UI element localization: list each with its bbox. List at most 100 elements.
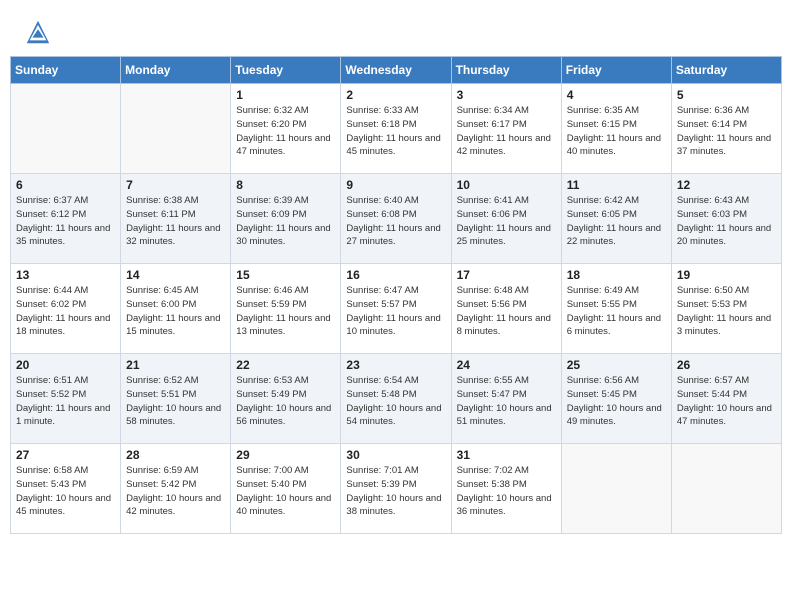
day-content: Sunrise: 7:00 AM Sunset: 5:40 PM Dayligh… [236, 464, 335, 519]
day-number: 17 [457, 268, 556, 282]
day-content: Sunrise: 6:51 AM Sunset: 5:52 PM Dayligh… [16, 374, 115, 429]
weekday-header: Monday [121, 57, 231, 84]
logo-icon [24, 18, 52, 46]
table-row: 27 Sunrise: 6:58 AM Sunset: 5:43 PM Dayli… [11, 444, 121, 534]
table-row: 31 Sunrise: 7:02 AM Sunset: 5:38 PM Dayli… [451, 444, 561, 534]
day-content: Sunrise: 6:45 AM Sunset: 6:00 PM Dayligh… [126, 284, 225, 339]
day-content: Sunrise: 6:54 AM Sunset: 5:48 PM Dayligh… [346, 374, 445, 429]
table-row: 21 Sunrise: 6:52 AM Sunset: 5:51 PM Dayli… [121, 354, 231, 444]
table-row [121, 84, 231, 174]
day-number: 2 [346, 88, 445, 102]
day-number: 11 [567, 178, 666, 192]
day-content: Sunrise: 6:49 AM Sunset: 5:55 PM Dayligh… [567, 284, 666, 339]
logo [24, 18, 56, 46]
day-number: 5 [677, 88, 776, 102]
header [0, 0, 792, 56]
day-content: Sunrise: 6:47 AM Sunset: 5:57 PM Dayligh… [346, 284, 445, 339]
day-number: 31 [457, 448, 556, 462]
day-content: Sunrise: 6:59 AM Sunset: 5:42 PM Dayligh… [126, 464, 225, 519]
table-row: 18 Sunrise: 6:49 AM Sunset: 5:55 PM Dayli… [561, 264, 671, 354]
day-content: Sunrise: 7:01 AM Sunset: 5:39 PM Dayligh… [346, 464, 445, 519]
day-content: Sunrise: 6:43 AM Sunset: 6:03 PM Dayligh… [677, 194, 776, 249]
table-row: 16 Sunrise: 6:47 AM Sunset: 5:57 PM Dayli… [341, 264, 451, 354]
day-number: 4 [567, 88, 666, 102]
day-number: 21 [126, 358, 225, 372]
day-content: Sunrise: 6:52 AM Sunset: 5:51 PM Dayligh… [126, 374, 225, 429]
table-row: 3Sunrise: 6:34 AM Sunset: 6:17 PM Daylig… [451, 84, 561, 174]
day-content: Sunrise: 6:34 AM Sunset: 6:17 PM Dayligh… [457, 104, 556, 159]
day-number: 18 [567, 268, 666, 282]
day-number: 20 [16, 358, 115, 372]
table-row: 6 Sunrise: 6:37 AM Sunset: 6:12 PM Daylig… [11, 174, 121, 264]
table-row: 11 Sunrise: 6:42 AM Sunset: 6:05 PM Dayli… [561, 174, 671, 264]
day-content: Sunrise: 6:38 AM Sunset: 6:11 PM Dayligh… [126, 194, 225, 249]
day-number: 19 [677, 268, 776, 282]
day-content: Sunrise: 6:33 AM Sunset: 6:18 PM Dayligh… [346, 104, 445, 159]
day-number: 8 [236, 178, 335, 192]
weekday-header: Friday [561, 57, 671, 84]
table-row: 13 Sunrise: 6:44 AM Sunset: 6:02 PM Dayli… [11, 264, 121, 354]
day-number: 6 [16, 178, 115, 192]
day-content: Sunrise: 6:36 AM Sunset: 6:14 PM Dayligh… [677, 104, 776, 159]
day-content: Sunrise: 6:41 AM Sunset: 6:06 PM Dayligh… [457, 194, 556, 249]
day-content: Sunrise: 6:48 AM Sunset: 5:56 PM Dayligh… [457, 284, 556, 339]
table-row: 1 Sunrise: 6:32 AM Sunset: 6:20 PM Daylig… [231, 84, 341, 174]
calendar-row: 20 Sunrise: 6:51 AM Sunset: 5:52 PM Dayli… [11, 354, 782, 444]
table-row: 29 Sunrise: 7:00 AM Sunset: 5:40 PM Dayli… [231, 444, 341, 534]
calendar-row: 1 Sunrise: 6:32 AM Sunset: 6:20 PM Daylig… [11, 84, 782, 174]
calendar-wrapper: SundayMondayTuesdayWednesdayThursdayFrid… [0, 56, 792, 544]
day-content: Sunrise: 6:42 AM Sunset: 6:05 PM Dayligh… [567, 194, 666, 249]
day-content: Sunrise: 6:44 AM Sunset: 6:02 PM Dayligh… [16, 284, 115, 339]
day-number: 10 [457, 178, 556, 192]
table-row [561, 444, 671, 534]
weekday-header: Sunday [11, 57, 121, 84]
day-content: Sunrise: 7:02 AM Sunset: 5:38 PM Dayligh… [457, 464, 556, 519]
day-number: 16 [346, 268, 445, 282]
day-number: 27 [16, 448, 115, 462]
table-row: 7Sunrise: 6:38 AM Sunset: 6:11 PM Daylig… [121, 174, 231, 264]
calendar-header-row: SundayMondayTuesdayWednesdayThursdayFrid… [11, 57, 782, 84]
weekday-header: Tuesday [231, 57, 341, 84]
table-row: 12 Sunrise: 6:43 AM Sunset: 6:03 PM Dayli… [671, 174, 781, 264]
day-number: 24 [457, 358, 556, 372]
day-content: Sunrise: 6:39 AM Sunset: 6:09 PM Dayligh… [236, 194, 335, 249]
day-number: 14 [126, 268, 225, 282]
table-row: 14 Sunrise: 6:45 AM Sunset: 6:00 PM Dayli… [121, 264, 231, 354]
day-number: 25 [567, 358, 666, 372]
day-number: 22 [236, 358, 335, 372]
day-number: 15 [236, 268, 335, 282]
table-row: 24Sunrise: 6:55 AM Sunset: 5:47 PM Dayli… [451, 354, 561, 444]
table-row: 15 Sunrise: 6:46 AM Sunset: 5:59 PM Dayli… [231, 264, 341, 354]
day-content: Sunrise: 6:58 AM Sunset: 5:43 PM Dayligh… [16, 464, 115, 519]
day-number: 1 [236, 88, 335, 102]
day-content: Sunrise: 6:35 AM Sunset: 6:15 PM Dayligh… [567, 104, 666, 159]
table-row: 17 Sunrise: 6:48 AM Sunset: 5:56 PM Dayli… [451, 264, 561, 354]
day-number: 23 [346, 358, 445, 372]
table-row: 20 Sunrise: 6:51 AM Sunset: 5:52 PM Dayli… [11, 354, 121, 444]
table-row [11, 84, 121, 174]
page: SundayMondayTuesdayWednesdayThursdayFrid… [0, 0, 792, 612]
table-row: 2 Sunrise: 6:33 AM Sunset: 6:18 PM Daylig… [341, 84, 451, 174]
weekday-header: Saturday [671, 57, 781, 84]
day-number: 13 [16, 268, 115, 282]
day-content: Sunrise: 6:50 AM Sunset: 5:53 PM Dayligh… [677, 284, 776, 339]
table-row: 19 Sunrise: 6:50 AM Sunset: 5:53 PM Dayli… [671, 264, 781, 354]
day-number: 29 [236, 448, 335, 462]
day-content: Sunrise: 6:46 AM Sunset: 5:59 PM Dayligh… [236, 284, 335, 339]
day-number: 12 [677, 178, 776, 192]
table-row: 5 Sunrise: 6:36 AM Sunset: 6:14 PM Daylig… [671, 84, 781, 174]
calendar-row: 6 Sunrise: 6:37 AM Sunset: 6:12 PM Daylig… [11, 174, 782, 264]
day-content: Sunrise: 6:37 AM Sunset: 6:12 PM Dayligh… [16, 194, 115, 249]
day-content: Sunrise: 6:53 AM Sunset: 5:49 PM Dayligh… [236, 374, 335, 429]
day-content: Sunrise: 6:56 AM Sunset: 5:45 PM Dayligh… [567, 374, 666, 429]
day-content: Sunrise: 6:57 AM Sunset: 5:44 PM Dayligh… [677, 374, 776, 429]
weekday-header: Wednesday [341, 57, 451, 84]
day-content: Sunrise: 6:32 AM Sunset: 6:20 PM Dayligh… [236, 104, 335, 159]
calendar-row: 13 Sunrise: 6:44 AM Sunset: 6:02 PM Dayli… [11, 264, 782, 354]
day-number: 26 [677, 358, 776, 372]
day-number: 9 [346, 178, 445, 192]
day-number: 28 [126, 448, 225, 462]
calendar-table: SundayMondayTuesdayWednesdayThursdayFrid… [10, 56, 782, 534]
weekday-header: Thursday [451, 57, 561, 84]
calendar-row: 27 Sunrise: 6:58 AM Sunset: 5:43 PM Dayli… [11, 444, 782, 534]
